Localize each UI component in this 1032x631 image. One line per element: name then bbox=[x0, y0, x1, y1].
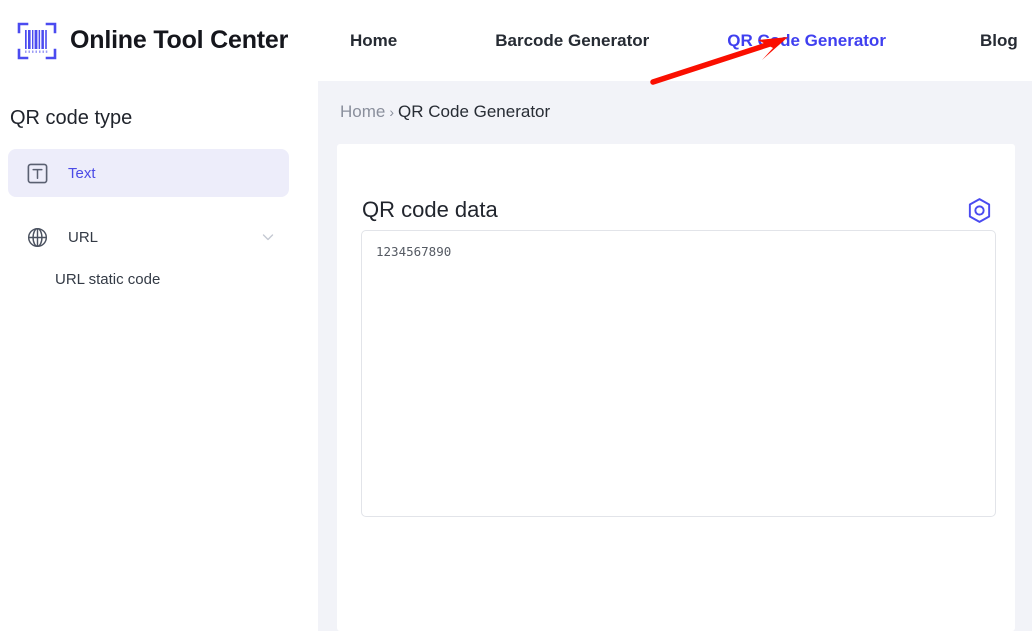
breadcrumb-home[interactable]: Home bbox=[340, 102, 385, 122]
nav-item-qr-code-generator[interactable]: QR Code Generator bbox=[727, 25, 886, 57]
sidebar-subitem-url-static-code[interactable]: URL static code bbox=[0, 261, 318, 298]
sidebar-item-url-label: URL bbox=[68, 228, 99, 246]
brand-logo[interactable]: Online Tool Center bbox=[16, 20, 316, 62]
sidebar-title: QR code type bbox=[10, 107, 133, 129]
hexagon-settings-icon[interactable] bbox=[966, 197, 993, 224]
main-navigation: Home Barcode Generator QR Code Generator… bbox=[350, 25, 1018, 57]
main-content: Home › QR Code Generator QR code data bbox=[318, 81, 1032, 631]
sidebar-item-text[interactable]: Text bbox=[8, 149, 289, 197]
site-header: Online Tool Center Home Barcode Generato… bbox=[0, 0, 1032, 81]
breadcrumb: Home › QR Code Generator bbox=[318, 81, 1032, 122]
sidebar-item-url[interactable]: URL bbox=[8, 213, 289, 261]
globe-icon bbox=[26, 225, 50, 249]
breadcrumb-current: QR Code Generator bbox=[398, 102, 551, 121]
nav-item-blog[interactable]: Blog bbox=[980, 25, 1018, 57]
nav-item-home[interactable]: Home bbox=[350, 25, 397, 57]
barcode-scanner-icon bbox=[16, 20, 58, 62]
nav-item-barcode-generator[interactable]: Barcode Generator bbox=[495, 25, 649, 57]
qr-code-type-list: Text URL URL static code bbox=[0, 149, 318, 298]
text-box-icon bbox=[26, 161, 50, 185]
chevron-down-icon[interactable] bbox=[261, 230, 275, 244]
brand-name: Online Tool Center bbox=[70, 26, 289, 54]
qr-code-data-card: QR code data bbox=[337, 144, 1015, 631]
sidebar: QR code type Text URL URL static code bbox=[0, 81, 318, 631]
sidebar-item-text-label: Text bbox=[68, 164, 96, 182]
card-title: QR code data bbox=[362, 197, 498, 222]
qr-code-data-input[interactable] bbox=[361, 230, 996, 517]
breadcrumb-separator-icon: › bbox=[389, 104, 395, 120]
